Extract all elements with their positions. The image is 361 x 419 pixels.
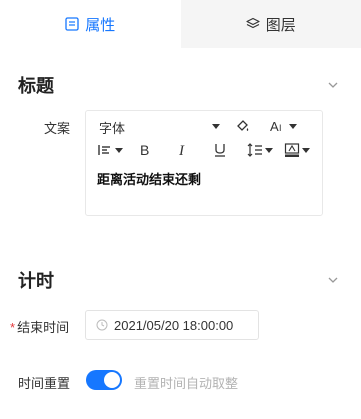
time-reset-toggle[interactable] (86, 370, 122, 390)
font-family-caret-icon[interactable] (212, 124, 220, 129)
list-icon (65, 17, 79, 31)
svg-text:A: A (270, 119, 279, 134)
underline-icon[interactable] (211, 141, 229, 159)
end-time-value: 2021/05/20 18:00:00 (114, 317, 234, 333)
font-family-select[interactable]: 字体 (99, 118, 125, 137)
time-reset-description: 重置时间自动取整 (134, 376, 239, 391)
time-reset-label: 时间重置 (18, 376, 71, 391)
rich-text-editor: 字体 AI B I 距离活动结束还剩 (85, 110, 323, 216)
tab-properties-label: 属性 (85, 16, 116, 34)
font-size-icon[interactable]: AI (268, 117, 290, 135)
tab-layers[interactable]: 图层 (180, 0, 361, 48)
fill-color-icon[interactable] (234, 117, 252, 135)
end-time-picker[interactable]: 2021/05/20 18:00:00 (85, 310, 259, 340)
background-color-caret-icon[interactable] (302, 148, 310, 153)
editor-content[interactable]: 距离活动结束还剩 (97, 169, 201, 188)
end-time-label: * 结束时间 (10, 317, 69, 336)
svg-text:I: I (279, 123, 282, 133)
section-title-heading: 标题 (18, 76, 54, 96)
line-height-icon[interactable] (246, 141, 264, 159)
clock-icon (96, 319, 108, 331)
align-icon[interactable] (96, 141, 114, 159)
chevron-down-icon[interactable] (327, 274, 339, 286)
layers-icon (246, 17, 260, 31)
line-height-caret-icon[interactable] (265, 148, 273, 153)
panel-tabs: 属性 图层 (0, 0, 361, 48)
tab-properties[interactable]: 属性 (0, 0, 181, 48)
required-mark: * (10, 320, 16, 335)
timer-section-heading: 计时 (18, 271, 54, 291)
background-color-icon[interactable] (283, 141, 301, 159)
editor-toolbar-row-1: 字体 AI (86, 113, 322, 139)
end-time-label-text: 结束时间 (17, 320, 70, 335)
bold-icon[interactable]: B (136, 141, 154, 159)
font-size-caret-icon[interactable] (289, 124, 297, 129)
editor-toolbar-row-2: B I (86, 137, 322, 163)
tab-layers-label: 图层 (265, 16, 296, 34)
chevron-down-icon[interactable] (327, 79, 339, 91)
toggle-knob (104, 372, 120, 388)
svg-text:I: I (178, 143, 185, 158)
align-caret-icon[interactable] (115, 148, 123, 153)
italic-icon[interactable]: I (174, 141, 192, 159)
svg-text:B: B (140, 142, 149, 158)
copy-label: 文案 (44, 121, 71, 136)
